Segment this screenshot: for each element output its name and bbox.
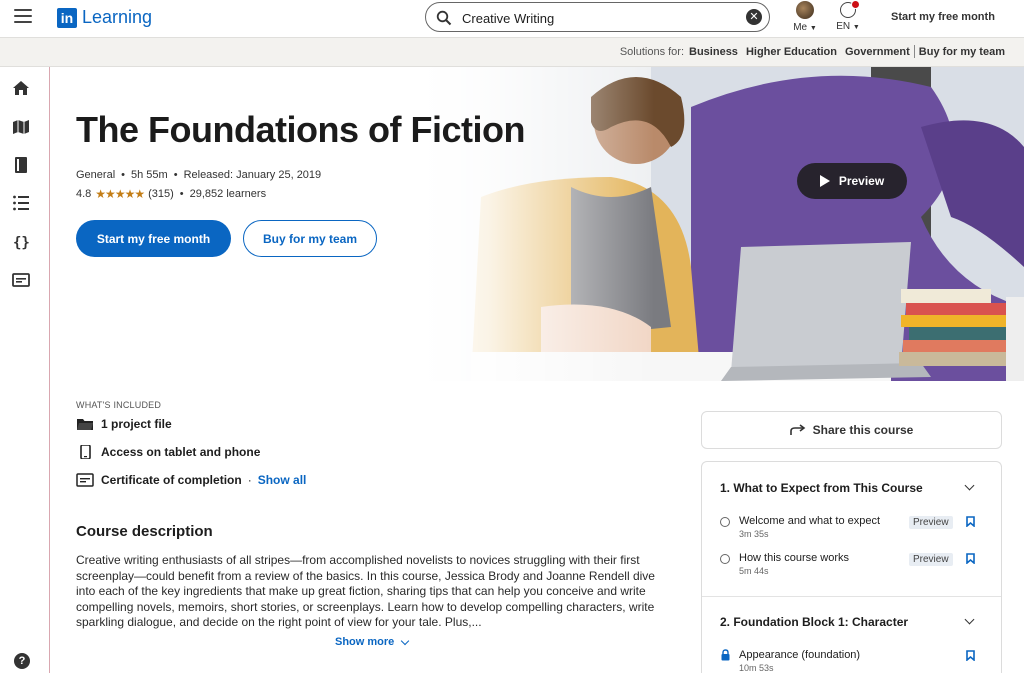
course-duration: 5h 55m	[131, 169, 168, 181]
search-icon[interactable]	[436, 10, 452, 26]
course-description-text: Creative writing enthusiasts of all stri…	[76, 553, 655, 629]
me-menu[interactable]: Me ▼	[790, 1, 820, 33]
linkedin-learning-logo[interactable]: in Learning	[57, 7, 152, 28]
top-navigation: in Learning ✕ Me ▼ EN ▼ Start my free mo…	[0, 0, 1024, 38]
review-count[interactable]: (315)	[148, 188, 174, 200]
play-icon	[819, 175, 830, 187]
course-title: The Foundations of Fiction	[76, 109, 525, 150]
list-icon[interactable]	[12, 194, 30, 212]
show-all-link[interactable]: Show all	[258, 473, 307, 487]
lesson-status-icon	[720, 554, 730, 564]
search-bar: ✕	[425, 2, 770, 32]
solutions-higher-education-link[interactable]: Higher Education	[746, 46, 837, 58]
start-free-month-button[interactable]: Start my free month	[76, 220, 231, 257]
brand-name: Learning	[82, 7, 153, 27]
rating-value: 4.8	[76, 188, 92, 200]
avatar	[796, 1, 814, 19]
caret-down-icon: ▼	[809, 25, 817, 32]
course-level: General	[76, 169, 116, 181]
course-hero: The Foundations of Fiction General • 5h …	[51, 67, 1024, 381]
share-course-button[interactable]: Share this course	[701, 411, 1002, 449]
course-rating: 4.8 ★★★★★ (315) • 29,852 learners	[76, 187, 266, 201]
included-item-label: Access on tablet and phone	[101, 445, 261, 459]
separator-dot: •	[173, 169, 178, 181]
preview-button-label: Preview	[838, 174, 885, 188]
lesson-title: Welcome and what to expect	[739, 515, 881, 527]
divider	[913, 45, 915, 58]
whats-included-heading: WHAT'S INCLUDED	[76, 400, 162, 410]
me-label-text: Me	[793, 22, 808, 33]
lesson-duration: 10m 53s	[739, 663, 774, 673]
course-meta: General • 5h 55m • Released: January 25,…	[76, 169, 321, 181]
separator-dot: ·	[247, 473, 252, 487]
linkedin-logo-box: in	[57, 7, 77, 28]
preview-badge: Preview	[909, 553, 953, 566]
chevron-down-icon[interactable]	[964, 480, 975, 491]
lesson-item[interactable]: Welcome and what to expect 3m 35s Previe…	[720, 515, 988, 545]
chapter-title[interactable]: 2. Foundation Block 1: Character	[720, 615, 908, 629]
lesson-item[interactable]: How this course works 5m 44s Preview	[720, 552, 988, 582]
star-rating-icon: ★★★★★	[95, 187, 145, 201]
left-sidebar: {}	[0, 67, 50, 673]
divider	[702, 596, 1001, 597]
bookmark-icon[interactable]	[966, 650, 975, 661]
search-input[interactable]	[462, 8, 742, 28]
course-contents: 1. What to Expect from This Course Welco…	[701, 461, 1002, 673]
share-arrow-icon	[789, 424, 805, 435]
included-item-certificate: Certificate of completion · Show all	[76, 473, 306, 487]
lesson-title: Appearance (foundation)	[739, 649, 861, 661]
share-course-label: Share this course	[812, 423, 914, 437]
learner-count: 29,852 learners	[189, 188, 267, 200]
lesson-status-icon	[720, 517, 730, 527]
map-icon[interactable]	[12, 118, 30, 136]
me-label: Me ▼	[790, 22, 820, 33]
chevron-down-icon[interactable]	[964, 614, 975, 625]
home-icon[interactable]	[12, 79, 30, 97]
folder-icon	[77, 419, 93, 430]
code-icon[interactable]: {}	[12, 233, 30, 251]
solutions-buy-for-team-link[interactable]: Buy for my team	[919, 46, 1005, 58]
preview-button[interactable]: Preview	[797, 163, 907, 199]
chapter-title[interactable]: 1. What to Expect from This Course	[720, 481, 923, 495]
start-free-month-link[interactable]: Start my free month	[891, 11, 995, 23]
included-item-project-file: 1 project file	[76, 417, 172, 431]
separator-dot: •	[121, 169, 125, 181]
lesson-duration: 5m 44s	[739, 566, 769, 576]
lock-icon	[721, 649, 730, 661]
course-description-heading: Course description	[76, 523, 213, 540]
chevron-down-icon	[401, 636, 410, 645]
included-item-tablet-phone: Access on tablet and phone	[76, 445, 260, 459]
bookmark-icon[interactable]	[966, 516, 975, 527]
show-more-button[interactable]: Show more	[335, 636, 410, 648]
help-icon[interactable]: ?	[14, 653, 30, 669]
included-item-label: Certificate of completion	[101, 473, 242, 487]
course-release-date: Released: January 25, 2019	[183, 169, 322, 181]
preview-badge: Preview	[909, 516, 953, 529]
menu-icon[interactable]	[14, 9, 32, 23]
lang-label-text: EN	[836, 21, 851, 32]
buy-for-team-button[interactable]: Buy for my team	[243, 220, 377, 257]
separator-dot: •	[179, 188, 184, 200]
certificate-icon	[76, 473, 94, 487]
notification-dot	[851, 0, 860, 9]
svg-text:{}: {}	[13, 235, 30, 251]
certificate-icon[interactable]	[12, 271, 30, 289]
book-icon[interactable]	[12, 156, 30, 174]
solutions-prefix: Solutions for:	[619, 45, 685, 58]
solutions-government-link[interactable]: Government	[845, 46, 910, 58]
lesson-title: How this course works	[739, 552, 850, 564]
included-item-label: 1 project file	[101, 417, 172, 431]
clear-search-icon[interactable]: ✕	[746, 9, 762, 25]
bookmark-icon[interactable]	[966, 553, 975, 564]
phone-icon	[80, 445, 91, 459]
lesson-item[interactable]: Appearance (foundation) 10m 53s	[720, 649, 988, 673]
solutions-business-link[interactable]: Business	[689, 46, 738, 58]
show-more-label: Show more	[335, 636, 395, 648]
lang-label: EN ▼	[833, 21, 863, 32]
lesson-duration: 3m 35s	[739, 529, 769, 539]
solutions-bar: Solutions for: Business Higher Education…	[0, 38, 1024, 67]
caret-down-icon: ▼	[852, 24, 860, 31]
